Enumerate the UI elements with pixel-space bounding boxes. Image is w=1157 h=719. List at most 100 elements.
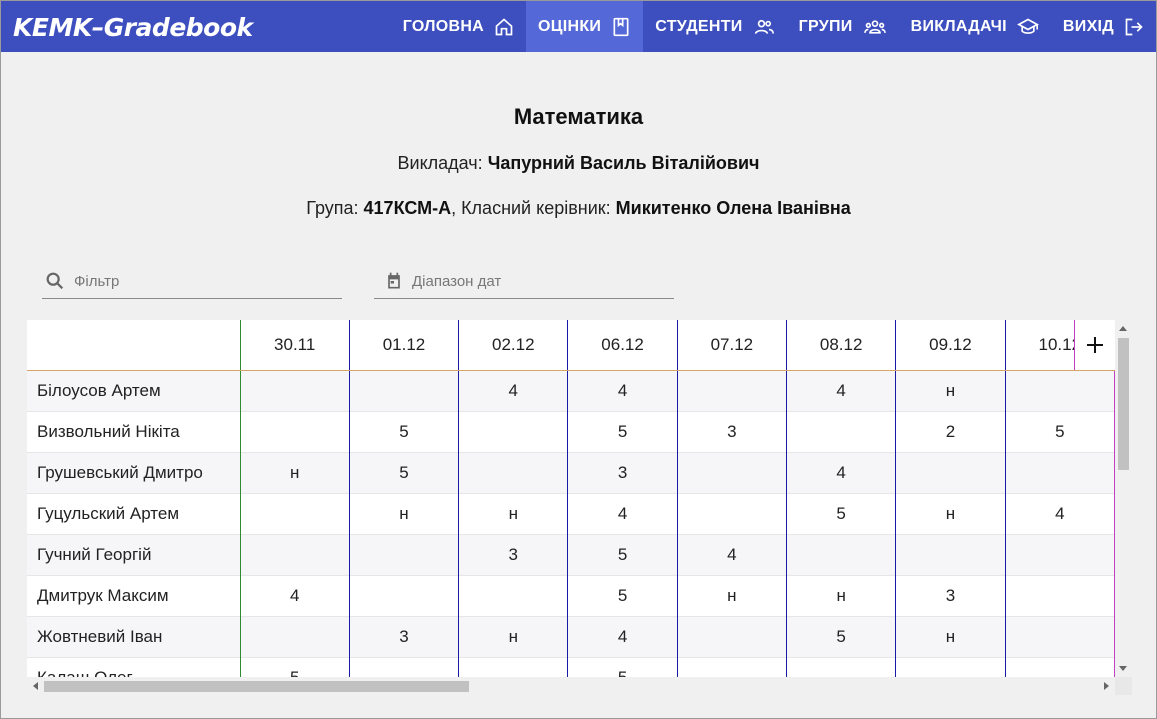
date-column-header[interactable]: 07.12 — [676, 320, 787, 371]
grade-cell[interactable] — [348, 575, 459, 616]
groups-icon — [863, 19, 886, 34]
grade-cell[interactable]: 5 — [567, 411, 678, 452]
grade-cell[interactable]: 4 — [239, 575, 350, 616]
logout-icon — [1125, 18, 1143, 35]
grade-cell[interactable]: 5 — [785, 493, 896, 534]
grade-cell[interactable]: 5 — [567, 657, 678, 677]
grade-cell[interactable] — [1004, 452, 1115, 493]
app-brand[interactable]: KEMK–Gradebook — [13, 13, 253, 42]
grade-cell[interactable]: 4 — [567, 370, 678, 411]
grade-cell[interactable]: 4 — [785, 452, 896, 493]
student-name: Визвольний Нікіта — [37, 421, 180, 441]
nav-teachers[interactable]: Викладачі — [899, 1, 1051, 52]
grade-cell[interactable] — [676, 493, 787, 534]
date-range-field — [374, 264, 674, 299]
grade-cell[interactable] — [458, 657, 568, 677]
grade-cell[interactable] — [785, 534, 896, 575]
scroll-right-arrow[interactable] — [1104, 682, 1109, 690]
grade-cell[interactable] — [1004, 370, 1115, 411]
grade-cell[interactable]: 5 — [567, 575, 678, 616]
grade-cell[interactable] — [239, 534, 350, 575]
scroll-up-arrow[interactable] — [1119, 326, 1127, 331]
scrollbar-corner — [1115, 677, 1132, 695]
horizontal-scrollbar[interactable] — [27, 677, 1115, 695]
date-column-header[interactable]: 02.12 — [458, 320, 568, 371]
grade-cell[interactable]: н — [895, 493, 1006, 534]
horizontal-scroll-thumb[interactable] — [44, 681, 469, 692]
grade-cell[interactable] — [895, 534, 1006, 575]
grade-cell[interactable] — [1004, 616, 1115, 657]
date-column-header[interactable]: 01.12 — [348, 320, 459, 371]
grade-cell[interactable]: н — [895, 616, 1006, 657]
grade-cell[interactable]: 4 — [567, 493, 678, 534]
grade-cell[interactable] — [348, 534, 459, 575]
grade-cell[interactable] — [676, 657, 787, 677]
grade-cell[interactable] — [239, 616, 350, 657]
grade-cell[interactable] — [239, 493, 350, 534]
nav-grades[interactable]: Оцінки — [526, 1, 644, 52]
grade-cell[interactable]: 3 — [567, 452, 678, 493]
filter-input[interactable] — [74, 272, 324, 290]
grade-cell[interactable]: 4 — [785, 370, 896, 411]
student-row: Гуцульский Артем н н 4 5 н 4 — [27, 493, 1115, 534]
grade-cell[interactable] — [785, 657, 896, 677]
grade-cell[interactable] — [1004, 575, 1115, 616]
date-column-header[interactable]: 06.12 — [567, 320, 678, 371]
vertical-scrollbar[interactable] — [1115, 320, 1132, 677]
grade-cell[interactable]: н — [458, 493, 568, 534]
plus-icon — [1087, 337, 1103, 353]
grade-cell[interactable]: 4 — [1004, 493, 1115, 534]
nav-groups[interactable]: Групи — [787, 1, 899, 52]
date-column-header[interactable]: 08.12 — [785, 320, 896, 371]
grade-cell[interactable]: 5 — [348, 411, 459, 452]
date-column-header[interactable]: 09.12 — [895, 320, 1006, 371]
grade-cell[interactable]: н — [895, 370, 1006, 411]
grade-cell[interactable]: 3 — [676, 411, 787, 452]
nav-logout[interactable]: Вихід — [1051, 1, 1156, 52]
grade-cell[interactable] — [676, 616, 787, 657]
grade-cell[interactable] — [458, 452, 568, 493]
grade-cell[interactable] — [895, 657, 1006, 677]
grade-cell[interactable]: 4 — [567, 616, 678, 657]
grade-cell[interactable]: 3 — [348, 616, 459, 657]
grade-cell[interactable] — [348, 657, 459, 677]
date-range-input[interactable] — [412, 272, 662, 290]
grade-cell[interactable] — [239, 411, 350, 452]
grade-cell[interactable] — [676, 452, 787, 493]
grade-cell[interactable]: н — [676, 575, 787, 616]
grade-cell[interactable]: 3 — [895, 575, 1006, 616]
grade-cell[interactable]: 5 — [785, 616, 896, 657]
date-column-header[interactable]: 30.11 — [239, 320, 350, 371]
school-icon — [1017, 18, 1039, 34]
scroll-left-arrow[interactable] — [33, 682, 38, 690]
student-name: Гуцульский Артем — [37, 503, 180, 523]
grade-cell[interactable]: н — [458, 616, 568, 657]
nav-students[interactable]: Студенти — [643, 1, 786, 52]
grade-cell[interactable] — [676, 370, 787, 411]
grade-cell[interactable] — [895, 452, 1006, 493]
grade-cell[interactable] — [1004, 534, 1115, 575]
grade-cell[interactable] — [785, 411, 896, 452]
scroll-down-arrow[interactable] — [1119, 666, 1127, 671]
grade-cell[interactable] — [1004, 657, 1115, 677]
grade-cell[interactable]: 5 — [239, 657, 350, 677]
grade-cell[interactable]: н — [785, 575, 896, 616]
grade-cell[interactable]: 5 — [1004, 411, 1115, 452]
grade-cell[interactable]: 3 — [458, 534, 568, 575]
grade-cell[interactable]: 2 — [895, 411, 1006, 452]
add-date-button[interactable] — [1074, 320, 1115, 370]
nav-label: Викладачі — [910, 17, 1007, 35]
vertical-scroll-thumb[interactable] — [1118, 338, 1129, 470]
grade-cell[interactable]: 4 — [458, 370, 568, 411]
nav-home[interactable]: Головна — [391, 1, 526, 52]
grade-cell[interactable] — [458, 575, 568, 616]
grade-cell[interactable]: н — [348, 493, 459, 534]
gradebook-scroll-area[interactable]: 30.11 01.12 02.12 06.12 07.12 08.12 09.12 10.12… — [27, 320, 1115, 677]
grade-cell[interactable]: 4 — [676, 534, 787, 575]
grade-cell[interactable] — [239, 370, 350, 411]
grade-cell[interactable] — [458, 411, 568, 452]
grade-cell[interactable]: н — [239, 452, 350, 493]
grade-cell[interactable]: 5 — [348, 452, 459, 493]
grade-cell[interactable]: 5 — [567, 534, 678, 575]
grade-cell[interactable] — [348, 370, 459, 411]
